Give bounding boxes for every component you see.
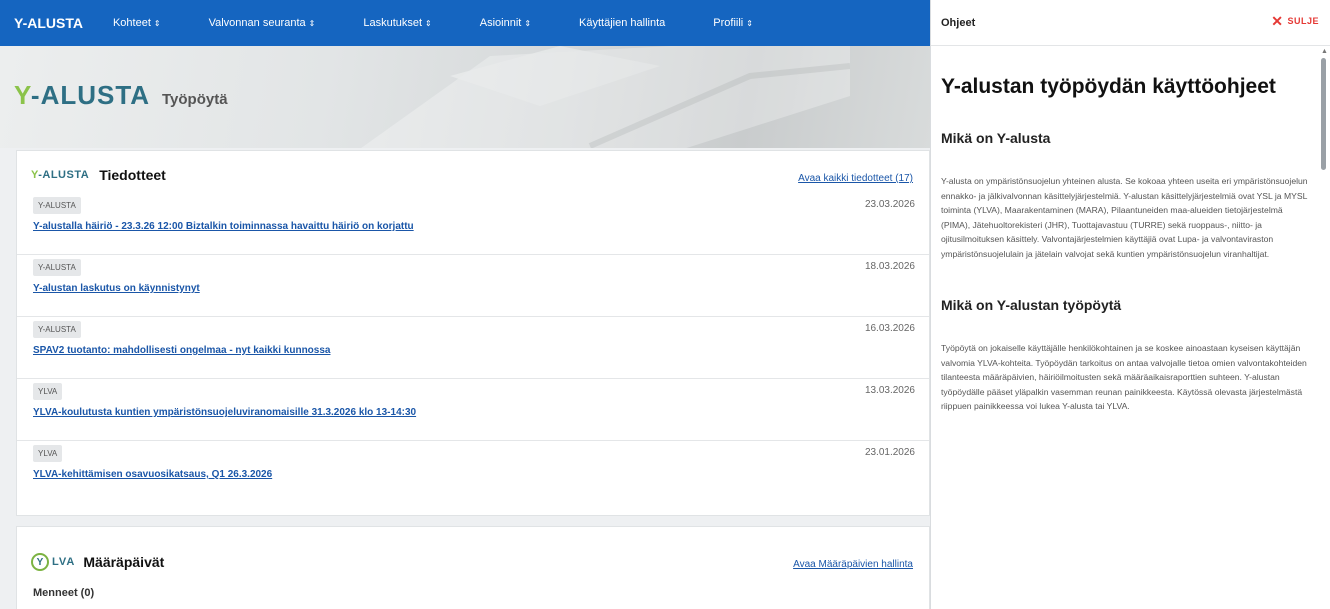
nav-laskutukset[interactable]: Laskutukset ⇕ <box>363 17 431 29</box>
source-tag: YLVA <box>33 383 63 400</box>
caret-icon: ⇕ <box>425 19 432 28</box>
deadlines-card: Y LVA Määräpäivät Avaa Määräpäivien hall… <box>16 526 930 609</box>
help-title: Y-alustan työpöydän käyttöohjeet <box>941 75 1276 98</box>
news-card: Y-ALUSTA Tiedotteet Avaa kaikki tiedotte… <box>16 150 930 516</box>
nav-kayttajien-hallinta[interactable]: Käyttäjien hallinta <box>579 17 665 29</box>
y-alusta-logo: Y-ALUSTA <box>31 169 89 181</box>
news-item: Y-ALUSTA 18.03.2026 Y-alustan laskutus o… <box>17 255 929 317</box>
caret-icon: ⇕ <box>153 19 161 28</box>
source-tag: Y-ALUSTA <box>33 321 81 338</box>
close-label: SULJE <box>1287 16 1319 26</box>
nav-label: Kohteet <box>112 17 151 29</box>
news-item: YLVA 13.03.2026 YLVA-koulutusta kuntien … <box>17 379 929 441</box>
caret-icon: ⇕ <box>308 19 316 28</box>
scrollbar-thumb[interactable] <box>1321 58 1326 170</box>
news-date: 18.03.2026 <box>864 261 915 272</box>
source-tag: Y-ALUSTA <box>33 197 81 214</box>
source-tag: YLVA <box>33 445 63 462</box>
news-item: YLVA 23.01.2026 YLVA-kehittämisen osavuo… <box>17 441 929 503</box>
hero-banner: Y-ALUSTA Työpöytä <box>0 46 930 148</box>
news-date: 16.03.2026 <box>864 323 915 334</box>
news-link[interactable]: SPAV2 tuotanto: mahdollisesti ongelmaa -… <box>33 345 330 356</box>
caret-icon: ⇕ <box>746 19 753 28</box>
manage-deadlines-link[interactable]: Avaa Määräpäivien hallinta <box>793 559 913 570</box>
close-icon: ✕ <box>1271 13 1284 29</box>
news-link[interactable]: YLVA-koulutusta kuntien ympäristönsuojel… <box>33 407 416 418</box>
source-tag: Y-ALUSTA <box>33 259 81 276</box>
brand-home-button[interactable]: Y-ALUSTA <box>14 15 83 31</box>
deadlines-title: Määräpäivät <box>83 554 165 570</box>
deadlines-header: Y LVA Määräpäivät <box>31 553 164 571</box>
help-panel-header: Ohjeet ✕ SULJE <box>931 0 1330 46</box>
scroll-up-arrow-icon[interactable]: ▲ <box>1321 48 1328 55</box>
news-title: Tiedotteet <box>99 167 166 183</box>
news-header: Y-ALUSTA Tiedotteet <box>31 167 166 183</box>
ylva-logo: Y LVA <box>31 553 75 571</box>
nav-label: Valvonnan seuranta <box>208 17 306 29</box>
help-panel-label: Ohjeet <box>941 17 976 29</box>
nav-label: Asioinnit <box>479 17 522 29</box>
ylva-logo-mark: Y <box>31 553 49 571</box>
help-scrollbar[interactable]: ▲ <box>1318 46 1330 609</box>
nav-profiili[interactable]: Profiili ⇕ <box>713 17 753 29</box>
open-all-news-link[interactable]: Avaa kaikki tiedotteet (17) <box>798 173 913 184</box>
help-panel: Ohjeet ✕ SULJE Y-alustan työpöydän käytt… <box>930 0 1330 609</box>
nav-label: Profiili <box>713 17 744 29</box>
page-title: Työpöytä <box>162 91 228 108</box>
logo-y: Y <box>14 80 31 110</box>
nav-label: Käyttäjien hallinta <box>579 17 666 29</box>
help-section-text: Työpöytä on jokaiselle käyttäjälle henki… <box>941 343 1307 411</box>
news-link[interactable]: Y-alustan laskutus on käynnistynyt <box>33 283 200 294</box>
logo-text: -ALUSTA <box>30 80 151 110</box>
past-deadlines-toggle[interactable]: Menneet (0) <box>33 587 94 599</box>
news-item: Y-ALUSTA 16.03.2026 SPAV2 tuotanto: mahd… <box>17 317 929 379</box>
logo-text: -ALUSTA <box>38 169 90 181</box>
caret-icon: ⇕ <box>524 19 532 28</box>
nav-label: Laskutukset <box>363 17 423 29</box>
nav-asioinnit[interactable]: Asioinnit ⇕ <box>480 17 531 29</box>
keyboard-background-image <box>361 46 850 148</box>
top-navigation: Y-ALUSTA Kohteet ⇕ Valvonnan seuranta ⇕ La… <box>0 0 930 46</box>
news-link[interactable]: Y-alustalla häiriö - 23.3.26 12:00 Bizta… <box>33 221 414 232</box>
help-content: Y-alustan työpöydän käyttöohjeet Mikä on… <box>941 46 1313 414</box>
hero-logo: Y-ALUSTA <box>14 80 150 111</box>
nav-valvonnan-seuranta[interactable]: Valvonnan seuranta ⇕ <box>209 17 316 29</box>
news-date: 23.01.2026 <box>864 447 915 458</box>
nav-kohteet[interactable]: Kohteet ⇕ <box>113 17 161 29</box>
news-item: Y-ALUSTA 23.03.2026 Y-alustalla häiriö -… <box>17 193 929 255</box>
help-section-text: Y-alusta on ympäristönsuojelun yhteinen … <box>941 176 1308 259</box>
main-app: Y-ALUSTA Kohteet ⇕ Valvonnan seuranta ⇕ La… <box>0 0 930 609</box>
help-section-heading: Mikä on Y-alusta <box>941 130 1051 146</box>
news-link[interactable]: YLVA-kehittämisen osavuosikatsaus, Q1 26… <box>33 469 272 480</box>
ylva-logo-text: LVA <box>52 556 76 568</box>
news-date: 13.03.2026 <box>864 385 915 396</box>
help-section-heading: Mikä on Y-alustan työpöytä <box>941 297 1122 313</box>
news-date: 23.03.2026 <box>864 199 915 210</box>
close-help-button[interactable]: ✕ SULJE <box>1271 14 1319 28</box>
